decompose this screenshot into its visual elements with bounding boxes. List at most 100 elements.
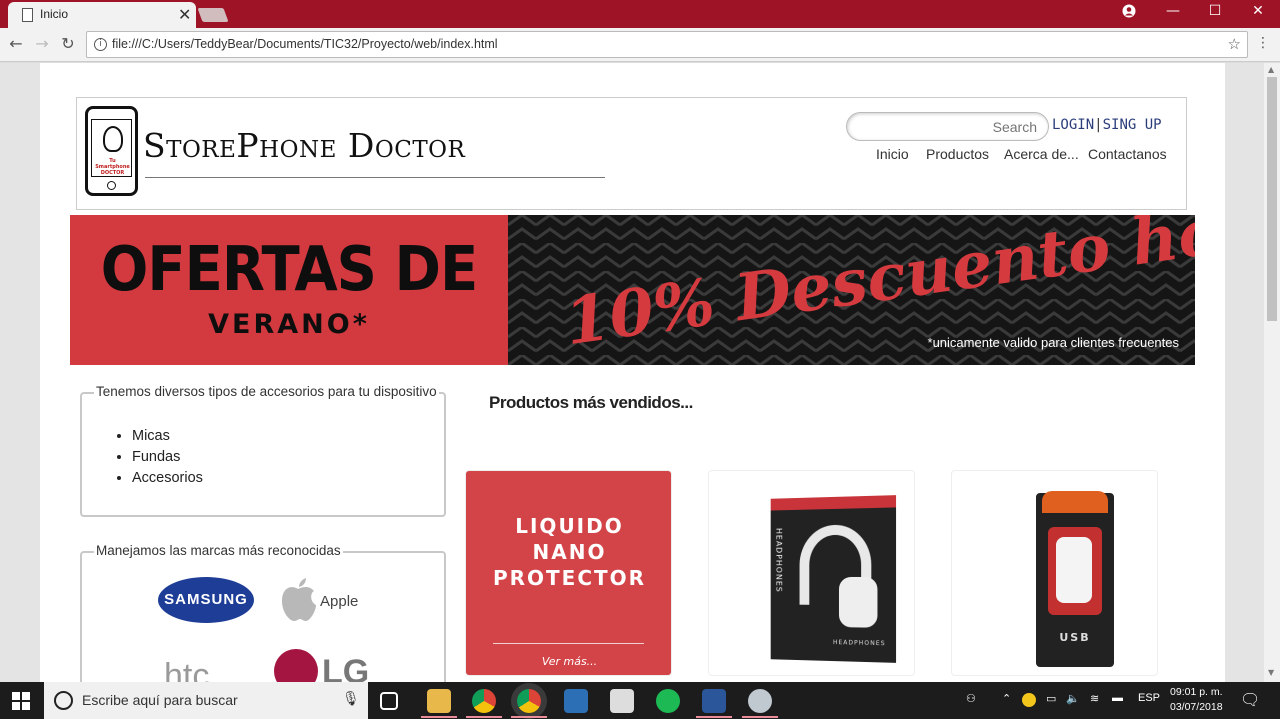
taskbar-search[interactable]: Escribe aquí para buscar 🎙 (44, 682, 368, 719)
banner-headline: OFERTAS DE (70, 234, 508, 306)
card-divider (493, 643, 644, 644)
microphone-icon[interactable]: 🎙 (342, 691, 360, 707)
tray-app-icon[interactable] (1022, 693, 1036, 707)
apple-logo-text: Apple (320, 593, 358, 610)
banner-left-panel: OFERTAS DE VERANO* (70, 215, 508, 365)
system-clock[interactable]: 09:01 p. m. 03/07/2018 (1170, 685, 1223, 715)
logo-home-button-shape (107, 181, 116, 190)
tab-title: Inicio (40, 7, 68, 21)
info-icon[interactable]: i (94, 38, 107, 51)
file-explorer-icon[interactable] (427, 689, 451, 713)
word-icon[interactable] (702, 689, 726, 713)
accessories-legend: Tenemos diversos tipos de accesorios par… (94, 384, 439, 399)
minimize-button[interactable]: — (1158, 3, 1188, 19)
banner-fine-print: *unicamente valido para clientes frecuen… (928, 335, 1179, 350)
browser-menu-icon[interactable]: ⋮ (1256, 35, 1270, 51)
notifications-icon[interactable]: 🗨 (1240, 690, 1260, 710)
lg-logo-icon (274, 649, 318, 682)
windows-start-icon[interactable] (12, 692, 30, 710)
charger-shape (1056, 537, 1092, 603)
paint-icon[interactable] (748, 689, 772, 713)
site-header: Tu Smartphone DOCTOR StorePhone Doctor L… (76, 97, 1187, 210)
address-bar[interactable]: i file:///C:/Users/TeddyBear/Documents/T… (86, 31, 1248, 58)
auth-separator: | (1094, 117, 1102, 133)
page-scrollbar[interactable]: ▲ ▼ (1264, 63, 1280, 682)
battery-icon[interactable]: ▬ (1112, 692, 1123, 704)
clock-time: 09:01 p. m. (1170, 685, 1223, 700)
browser-titlebar: Inicio ✕ — ☐ ✕ (0, 0, 1280, 28)
list-item: Accesorios (132, 470, 203, 486)
brand-underline (145, 177, 605, 178)
tab-close-icon[interactable]: ✕ (178, 5, 191, 24)
lg-logo-text: LG (322, 653, 369, 682)
samsung-logo: SAMSUNG (158, 577, 254, 623)
wifi-icon[interactable]: ≋ (1090, 692, 1099, 705)
logo-icon[interactable]: Tu Smartphone DOCTOR (85, 106, 138, 196)
forward-icon[interactable]: → (32, 34, 52, 53)
signup-link[interactable]: SING UP (1103, 117, 1162, 133)
usb-label: USB (1036, 631, 1114, 644)
product-card-title: LIQUIDO NANO PROTECTOR (466, 513, 672, 591)
back-icon[interactable]: ← (6, 34, 26, 53)
accessories-list: Micas Fundas Accesorios (132, 428, 203, 491)
apple-logo-icon (278, 577, 318, 623)
chrome-icon[interactable] (472, 689, 496, 713)
samsung-logo-text: SAMSUNG (158, 591, 254, 608)
accessories-panel: Tenemos diversos tipos de accesorios par… (80, 392, 446, 517)
headphones-label: HEADPHONES (833, 639, 886, 647)
nav-contactanos[interactable]: Contactanos (1088, 146, 1167, 162)
product-card-nano-protector[interactable]: LIQUIDO NANO PROTECTOR Ver más... (465, 470, 672, 676)
htc-logo: htc (164, 657, 209, 682)
bookmark-star-icon[interactable]: ☆ (1228, 35, 1241, 53)
photos-icon[interactable] (610, 689, 634, 713)
people-icon[interactable]: ⚇ (966, 692, 976, 705)
headphones-cup-shape (839, 577, 877, 628)
volume-icon[interactable]: 🔈 (1066, 692, 1080, 705)
reload-icon[interactable]: ↻ (58, 34, 78, 53)
windows-taskbar: Escribe aquí para buscar 🎙 ⚇ ⌃ ▭ 🔈 ≋ ▬ E… (0, 682, 1280, 719)
scroll-up-icon[interactable]: ▲ (1268, 65, 1274, 74)
list-item: Micas (132, 428, 203, 444)
clock-date: 03/07/2018 (1170, 700, 1223, 715)
input-language[interactable]: ESP (1138, 692, 1160, 704)
url-text[interactable]: file:///C:/Users/TeddyBear/Documents/TIC… (112, 37, 498, 51)
start-pane (12, 702, 20, 710)
ver-mas-link[interactable]: Ver más... (466, 655, 672, 668)
search-box[interactable] (846, 112, 1049, 141)
logo-head-icon (103, 126, 123, 152)
network-tray-icon[interactable]: ▭ (1046, 692, 1056, 705)
browser-toolbar: ← → ↻ i file:///C:/Users/TeddyBear/Docum… (0, 28, 1280, 62)
active-indicator (466, 716, 502, 718)
nav-inicio[interactable]: Inicio (876, 146, 909, 162)
brands-panel: Manejamos las marcas más reconocidas SAM… (80, 551, 446, 682)
site-brand[interactable]: StorePhone Doctor (143, 126, 465, 165)
app-icon[interactable] (564, 689, 588, 713)
page-icon (22, 8, 33, 22)
nav-acerca[interactable]: Acerca de... (1004, 146, 1079, 162)
product-card-usb-charger[interactable]: USB (951, 470, 1158, 676)
promo-banner[interactable]: OFERTAS DE VERANO* 10% Descuento hoy! *u… (70, 215, 1195, 365)
scroll-thumb[interactable] (1267, 77, 1277, 321)
chevron-up-icon[interactable]: ⌃ (1002, 692, 1011, 705)
scroll-down-icon[interactable]: ▼ (1268, 668, 1274, 677)
maximize-button[interactable]: ☐ (1200, 3, 1230, 19)
browser-tab[interactable]: Inicio ✕ (8, 2, 196, 28)
usb-charger-image: USB (1036, 493, 1114, 667)
list-item: Fundas (132, 449, 203, 465)
package-hanger (1042, 491, 1108, 513)
nav-productos[interactable]: Productos (926, 146, 989, 162)
product-card-headphones[interactable]: HEADPHONES HEADPHONES (708, 470, 915, 676)
logo-caption: Tu Smartphone DOCTOR (94, 158, 131, 176)
close-window-button[interactable]: ✕ (1243, 3, 1273, 19)
banner-right-panel: 10% Descuento hoy! *unicamente valido pa… (508, 215, 1195, 365)
active-indicator (511, 716, 547, 718)
chrome-active-icon[interactable] (517, 689, 541, 713)
login-link[interactable]: LOGIN (1052, 117, 1094, 133)
task-view-icon[interactable] (380, 692, 398, 710)
new-tab-button[interactable] (197, 8, 228, 22)
banner-subline: VERANO* (70, 309, 508, 340)
products-heading: Productos más vendidos... (489, 393, 693, 413)
search-input[interactable] (857, 117, 1037, 137)
spotify-icon[interactable] (656, 689, 680, 713)
profile-icon[interactable] (1114, 4, 1144, 22)
